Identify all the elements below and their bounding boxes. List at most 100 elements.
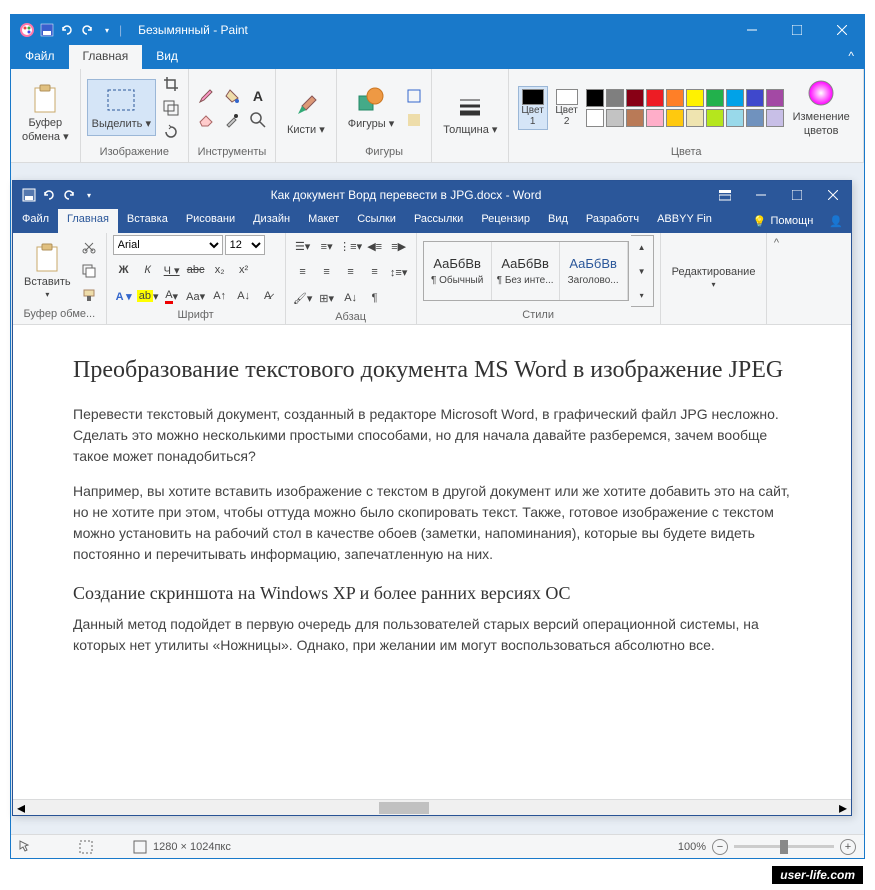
underline-button[interactable]: Ч ▾: [161, 259, 183, 281]
scroll-right-icon[interactable]: ▸: [835, 800, 851, 816]
editing-button[interactable]: Редактирование ▾: [667, 259, 761, 293]
resize-icon[interactable]: [160, 97, 182, 119]
crop-icon[interactable]: [160, 73, 182, 95]
size-button[interactable]: Толщина ▾: [438, 85, 502, 142]
palette-color[interactable]: [646, 89, 664, 107]
palette-color[interactable]: [646, 109, 664, 127]
palette-color[interactable]: [606, 89, 624, 107]
tab-файл[interactable]: Файл: [13, 209, 58, 233]
tab-вид[interactable]: Вид: [539, 209, 577, 233]
palette-color[interactable]: [726, 109, 744, 127]
undo-icon[interactable]: [59, 22, 75, 38]
highlight-button[interactable]: ab▾: [137, 285, 159, 307]
font-size-select[interactable]: 12: [225, 235, 265, 255]
eraser-icon[interactable]: [195, 109, 217, 131]
justify-button[interactable]: ≡: [364, 261, 386, 283]
palette-color[interactable]: [686, 109, 704, 127]
text-effects-button[interactable]: A ▾: [113, 285, 135, 307]
palette-color[interactable]: [666, 89, 684, 107]
scroll-thumb[interactable]: [379, 802, 429, 814]
styles-more-icon[interactable]: ▾: [631, 284, 653, 306]
outline-icon[interactable]: [403, 85, 425, 107]
ribbon-collapse-icon[interactable]: ^: [774, 237, 779, 249]
clipboard-button[interactable]: Буфер обмена ▾: [17, 78, 74, 148]
zoom-slider[interactable]: [734, 845, 834, 848]
align-left-button[interactable]: ≡: [292, 261, 314, 283]
tab-abbyy fin[interactable]: ABBYY Fin: [648, 209, 721, 233]
qat-dropdown-icon[interactable]: ▾: [81, 187, 97, 203]
numbering-button[interactable]: ≡▾: [316, 235, 338, 257]
clear-format-button[interactable]: A̷: [257, 285, 279, 307]
palette-color[interactable]: [746, 89, 764, 107]
format-painter-icon[interactable]: [78, 284, 100, 306]
rotate-icon[interactable]: [160, 121, 182, 143]
paste-button[interactable]: Вставить ▾: [19, 237, 76, 303]
palette-color[interactable]: [706, 109, 724, 127]
styles-up-icon[interactable]: ▲: [631, 236, 653, 258]
horizontal-scrollbar[interactable]: ◂ ▸: [13, 799, 851, 815]
subscript-button[interactable]: x₂: [209, 259, 231, 281]
palette-color[interactable]: [666, 109, 684, 127]
shrink-font-button[interactable]: A↓: [233, 285, 255, 307]
show-marks-button[interactable]: ¶: [364, 287, 386, 309]
line-spacing-button[interactable]: ↕≡▾: [388, 261, 410, 283]
sort-button[interactable]: A↓: [340, 287, 362, 309]
font-name-select[interactable]: Arial: [113, 235, 223, 255]
ribbon-options-icon[interactable]: [707, 180, 743, 210]
color1-button[interactable]: Цвет 1: [518, 86, 548, 130]
increase-indent-button[interactable]: ≡▶: [388, 235, 410, 257]
save-icon[interactable]: [39, 22, 55, 38]
edit-colors-button[interactable]: Изменение цветов: [788, 72, 855, 142]
palette-color[interactable]: [606, 109, 624, 127]
tab-макет[interactable]: Макет: [299, 209, 348, 233]
qat-dropdown-icon[interactable]: ▾: [99, 22, 115, 38]
color2-button[interactable]: Цвет 2: [552, 86, 582, 130]
italic-button[interactable]: К: [137, 259, 159, 281]
palette-color[interactable]: [686, 89, 704, 107]
borders-button[interactable]: ⊞▾: [316, 287, 338, 309]
minimize-button[interactable]: [743, 180, 779, 210]
strike-button[interactable]: abc: [185, 259, 207, 281]
save-icon[interactable]: [21, 187, 37, 203]
redo-icon[interactable]: [61, 187, 77, 203]
superscript-button[interactable]: x²: [233, 259, 255, 281]
styles-gallery[interactable]: АаБбВв¶ Обычный АаБбВв¶ Без инте... АаБб…: [423, 241, 629, 301]
zoom-out-button[interactable]: −: [712, 839, 728, 855]
font-color-button[interactable]: A▾: [161, 285, 183, 307]
tab-home[interactable]: Главная: [69, 45, 143, 69]
palette-color[interactable]: [586, 109, 604, 127]
tab-главная[interactable]: Главная: [58, 209, 118, 233]
tell-me-help[interactable]: 💡Помощн: [745, 209, 822, 233]
pencil-icon[interactable]: [195, 85, 217, 107]
magnify-icon[interactable]: [247, 109, 269, 131]
fill-icon[interactable]: [221, 85, 243, 107]
ribbon-collapse-icon[interactable]: ^: [838, 45, 864, 69]
multilevel-button[interactable]: ⋮≡▾: [340, 235, 362, 257]
tab-рисовани[interactable]: Рисовани: [177, 209, 244, 233]
palette-color[interactable]: [726, 89, 744, 107]
tab-вставка[interactable]: Вставка: [118, 209, 177, 233]
document-area[interactable]: Преобразование текстового документа MS W…: [13, 325, 851, 799]
tab-view[interactable]: Вид: [142, 45, 192, 69]
tab-рецензир[interactable]: Рецензир: [472, 209, 539, 233]
share-icon[interactable]: 👤: [821, 209, 851, 233]
shapes-button[interactable]: Фигуры ▾: [343, 79, 400, 136]
decrease-indent-button[interactable]: ◀≡: [364, 235, 386, 257]
palette-color[interactable]: [766, 109, 784, 127]
close-button[interactable]: [819, 15, 864, 45]
grow-font-button[interactable]: A↑: [209, 285, 231, 307]
bold-button[interactable]: Ж: [113, 259, 135, 281]
style-nospacing[interactable]: АаБбВв¶ Без инте...: [492, 242, 560, 300]
palette-color[interactable]: [746, 109, 764, 127]
zoom-in-button[interactable]: +: [840, 839, 856, 855]
style-heading[interactable]: АаБбВвЗаголово...: [560, 242, 628, 300]
bullets-button[interactable]: ☰▾: [292, 235, 314, 257]
align-right-button[interactable]: ≡: [340, 261, 362, 283]
select-button[interactable]: Выделить ▾: [87, 79, 156, 136]
palette-color[interactable]: [586, 89, 604, 107]
palette-color[interactable]: [626, 89, 644, 107]
minimize-button[interactable]: [729, 15, 774, 45]
shading-button[interactable]: 🖌▾: [292, 287, 314, 309]
cut-icon[interactable]: [78, 236, 100, 258]
change-case-button[interactable]: Aa▾: [185, 285, 207, 307]
